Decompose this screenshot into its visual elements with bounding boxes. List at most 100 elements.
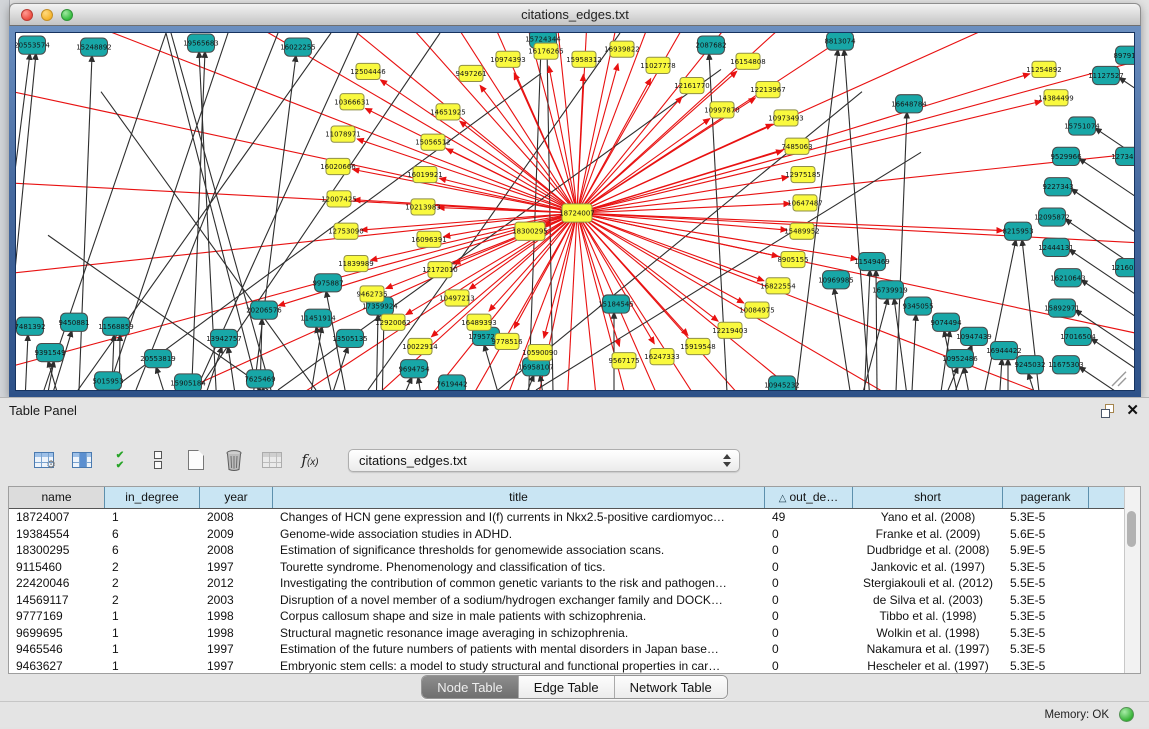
graph-node[interactable]: 12734511 (1111, 147, 1134, 165)
graph-node[interactable]: 9497261 (455, 65, 486, 81)
graph-node[interactable]: 13505135 (332, 329, 368, 347)
graph-node[interactable]: 8905155 (777, 251, 808, 267)
create-column-button[interactable] (182, 446, 210, 474)
graph-node[interactable]: 7485063 (781, 138, 812, 154)
graph-node[interactable]: 17016504 (1060, 327, 1096, 345)
table-settings-button[interactable]: ⚙ (30, 446, 58, 474)
graph-node[interactable]: 16022255 (280, 38, 316, 56)
table-row[interactable]: 1830029562008Estimation of significance … (9, 542, 1125, 559)
column-header-title[interactable]: title (273, 487, 765, 508)
table-row[interactable]: 1872400712008Changes of HCN gene express… (9, 509, 1125, 526)
graph-node[interactable]: 8215953 (1002, 222, 1033, 240)
table-vertical-scrollbar[interactable] (1124, 487, 1140, 673)
graph-node[interactable]: 11568859 (98, 317, 134, 335)
graph-node[interactable]: 11127527 (1088, 66, 1124, 84)
graph-node[interactable]: 10497213 (439, 290, 475, 306)
citation-network-graph[interactable]: 2055357415248892195656831602225515724344… (16, 33, 1134, 390)
table-row[interactable]: 1456911722003Disruption of a novel membe… (9, 592, 1125, 609)
column-header-in-degree[interactable]: in_degree (105, 487, 200, 508)
graph-node[interactable]: 10947439 (956, 327, 992, 345)
graph-node[interactable]: 15184545 (598, 295, 634, 313)
graph-node[interactable]: 16020666 (320, 158, 356, 174)
graph-node[interactable]: 2087682 (695, 36, 726, 54)
graph-node[interactable]: 15751074 (1064, 117, 1100, 135)
graph-node[interactable]: 16176265 (528, 43, 564, 59)
graph-node[interactable]: 10647487 (787, 195, 823, 211)
graph-node[interactable]: 9778516 (491, 333, 523, 349)
column-header-year[interactable]: year (200, 487, 273, 508)
graph-node[interactable]: 13942757 (206, 329, 242, 347)
graph-node[interactable]: 12213967 (750, 82, 786, 98)
table-row[interactable]: 1938455462009Genome-wide association stu… (9, 526, 1125, 543)
graph-node[interactable]: 16247333 (644, 349, 680, 365)
graph-node[interactable]: 9450881 (58, 313, 89, 331)
graph-node[interactable]: 10969985 (818, 271, 854, 289)
table-row[interactable]: 946554611997Estimation of the future num… (9, 641, 1125, 658)
graph-node[interactable]: 16944422 (986, 341, 1022, 359)
graph-node[interactable]: 10022914 (402, 338, 438, 354)
graph-node[interactable]: 12444131 (1038, 238, 1074, 256)
graph-node[interactable]: 12753090 (328, 223, 364, 239)
graph-node[interactable]: 11451914 (300, 309, 336, 327)
delete-columns-button[interactable] (220, 446, 248, 474)
graph-node[interactable]: 7619442 (436, 375, 467, 390)
graph-node[interactable]: 9567175 (608, 353, 639, 369)
graph-node[interactable]: 10590090 (522, 344, 558, 360)
graph-node[interactable]: 9227343 (1042, 178, 1073, 196)
graph-node[interactable]: 11549469 (854, 252, 890, 270)
graph-node[interactable]: 16489393 (461, 314, 497, 330)
graph-node[interactable]: 10952486 (942, 350, 978, 368)
graph-node[interactable]: 8979117 (1113, 46, 1134, 64)
unselect-all-columns-button[interactable] (144, 446, 172, 474)
graph-node[interactable]: 9074494 (930, 313, 962, 331)
graph-node[interactable]: 15919548 (680, 338, 716, 354)
graph-node[interactable]: 10945232 (764, 376, 800, 390)
graph-node[interactable]: 10213983 (405, 199, 441, 215)
graph-node[interactable]: 12160343 (1111, 259, 1134, 277)
graph-node[interactable]: 16822554 (760, 278, 796, 294)
tab-edge-table[interactable]: Edge Table (519, 676, 615, 698)
graph-node[interactable]: 9694754 (398, 360, 430, 378)
graph-node[interactable]: 9529966 (1050, 147, 1082, 165)
graph-node[interactable]: 16939822 (604, 41, 640, 57)
graph-node[interactable]: 14651925 (430, 104, 466, 120)
graph-node[interactable]: 12172010 (422, 262, 458, 278)
graph-node[interactable]: 15892971 (1044, 299, 1080, 317)
table-row[interactable]: 2242004622012Investigating the contribut… (9, 575, 1125, 592)
window-titlebar[interactable]: citations_edges.txt (9, 3, 1141, 26)
graph-node[interactable]: 11254892 (1026, 61, 1062, 77)
table-selector-dropdown[interactable]: citations_edges.txt (348, 449, 740, 472)
graph-node[interactable]: 15056512 (415, 134, 451, 150)
graph-node[interactable]: 12161770 (674, 77, 710, 93)
graph-node[interactable]: 15489952 (784, 223, 820, 239)
graph-node[interactable]: 7481392 (16, 317, 46, 335)
column-header-name[interactable]: name (9, 487, 105, 508)
graph-node[interactable]: 7625469 (244, 370, 275, 388)
graph-node[interactable]: 15905184 (170, 374, 206, 390)
graph-node[interactable]: 16154808 (730, 53, 766, 69)
graph-node[interactable]: 12975185 (785, 166, 821, 182)
graph-node[interactable]: 16019921 (407, 166, 443, 182)
table-row[interactable]: 911546021997Tourette syndrome. Phenomeno… (9, 559, 1125, 576)
graph-node[interactable]: 16648784 (891, 95, 927, 113)
graph-node[interactable]: 9975887 (312, 274, 343, 292)
table-row[interactable]: 969969511998Structural magnetic resonanc… (9, 625, 1125, 642)
select-all-columns-button[interactable]: ✔✔ (106, 446, 134, 474)
graph-node[interactable]: 10997870 (704, 102, 740, 118)
graph-node[interactable]: 10974393 (490, 51, 526, 67)
graph-node[interactable]: 12920062 (375, 314, 411, 330)
graph-node[interactable]: 16210643 (1050, 269, 1086, 287)
close-panel-button[interactable]: ✕ (1126, 401, 1139, 419)
column-header-out-de-[interactable]: △out_de… (765, 487, 853, 508)
graph-node[interactable]: 16739919 (872, 281, 908, 299)
table-row[interactable]: 946362711997Embryonic stem cells: a mode… (9, 658, 1125, 675)
graph-node[interactable]: 18724007 (559, 204, 595, 222)
column-header-short[interactable]: short (853, 487, 1003, 508)
graph-node[interactable]: 9462735 (356, 286, 387, 302)
graph-node[interactable]: 11839989 (338, 255, 374, 271)
float-panel-button[interactable] (1100, 403, 1116, 419)
delete-table-button[interactable] (258, 446, 286, 474)
graph-node[interactable]: 12007425 (321, 191, 357, 207)
graph-node[interactable]: 15248892 (76, 38, 112, 56)
graph-node[interactable]: 12095872 (1034, 208, 1070, 226)
